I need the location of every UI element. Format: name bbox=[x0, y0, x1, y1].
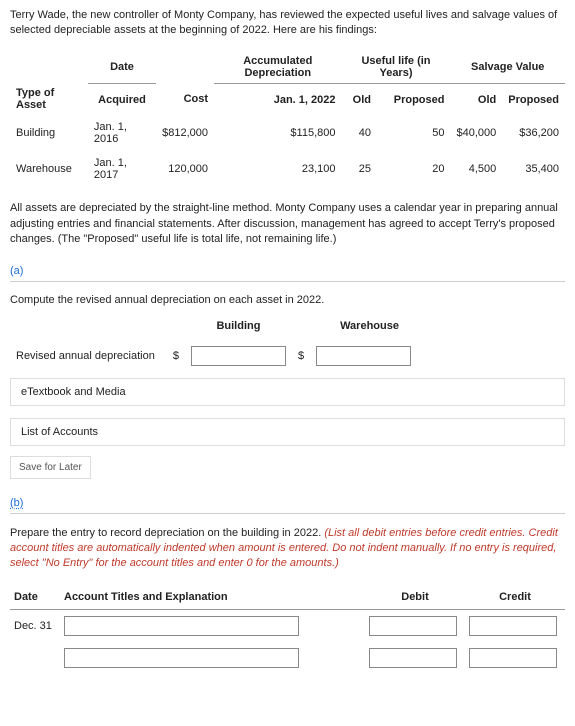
cell-accum: 23,100 bbox=[214, 151, 341, 187]
revised-dep-table: Building Warehouse Revised annual deprec… bbox=[10, 320, 429, 366]
cell-prop-life: 50 bbox=[377, 115, 450, 151]
je-col-account: Account Titles and Explanation bbox=[60, 585, 365, 610]
credit-input[interactable] bbox=[469, 648, 557, 668]
col-old-life: Old bbox=[342, 83, 378, 115]
cell-old-life: 40 bbox=[342, 115, 378, 151]
save-for-later-button[interactable]: Save for Later bbox=[10, 456, 91, 479]
cell-old-life: 25 bbox=[342, 151, 378, 187]
header-salvage: Salvage Value bbox=[450, 51, 565, 84]
currency-symbol: $ bbox=[167, 346, 185, 366]
part-b-text: Prepare the entry to record depreciation… bbox=[10, 527, 324, 539]
cell-old-salv: $40,000 bbox=[450, 115, 502, 151]
table-row: Warehouse Jan. 1, 2017 120,000 23,100 25… bbox=[10, 151, 565, 187]
col-type: Type of Asset bbox=[10, 83, 88, 115]
debit-input[interactable] bbox=[369, 648, 457, 668]
col-prop-life: Proposed bbox=[377, 83, 450, 115]
cell-prop-salv: 35,400 bbox=[502, 151, 565, 187]
asset-table: Date Accumulated Depreciation Useful lif… bbox=[10, 51, 565, 188]
warehouse-dep-input[interactable] bbox=[316, 346, 411, 366]
col-building: Building bbox=[185, 320, 292, 346]
je-col-debit: Debit bbox=[365, 585, 465, 610]
je-row bbox=[10, 642, 565, 674]
table-row: Building Jan. 1, 2016 $812,000 $115,800 … bbox=[10, 115, 565, 151]
building-dep-input[interactable] bbox=[191, 346, 286, 366]
credit-input[interactable] bbox=[469, 616, 557, 636]
cell-cost: 120,000 bbox=[156, 151, 214, 187]
account-title-input[interactable] bbox=[64, 616, 299, 636]
cell-type: Warehouse bbox=[10, 151, 88, 187]
col-warehouse: Warehouse bbox=[310, 320, 429, 346]
col-old-salv: Old bbox=[450, 83, 502, 115]
header-date: Date bbox=[88, 51, 156, 84]
je-col-credit: Credit bbox=[465, 585, 565, 610]
part-b-instruction: Prepare the entry to record depreciation… bbox=[10, 526, 565, 571]
part-a-label: (a) bbox=[10, 265, 565, 277]
cell-cost: $812,000 bbox=[156, 115, 214, 151]
col-cost: Cost bbox=[156, 83, 214, 115]
row-label: Revised annual depreciation bbox=[10, 346, 167, 366]
header-useful-life: Useful life (in Years) bbox=[342, 51, 451, 84]
header-accum-dep: Accumulated Depreciation bbox=[214, 51, 341, 84]
cell-prop-salv: $36,200 bbox=[502, 115, 565, 151]
col-acquired: Acquired bbox=[88, 83, 156, 115]
cell-acquired: Jan. 1, 2016 bbox=[88, 115, 156, 151]
col-prop-salv: Proposed bbox=[502, 83, 565, 115]
je-col-date: Date bbox=[10, 585, 60, 610]
cell-prop-life: 20 bbox=[377, 151, 450, 187]
cell-acquired: Jan. 1, 2017 bbox=[88, 151, 156, 187]
etextbook-link[interactable]: eTextbook and Media bbox=[10, 378, 565, 406]
part-a-instruction: Compute the revised annual depreciation … bbox=[10, 294, 565, 306]
journal-entry-table: Date Account Titles and Explanation Debi… bbox=[10, 585, 565, 674]
debit-input[interactable] bbox=[369, 616, 457, 636]
cell-accum: $115,800 bbox=[214, 115, 341, 151]
currency-symbol: $ bbox=[292, 346, 310, 366]
je-date: Dec. 31 bbox=[10, 609, 60, 642]
cell-old-salv: 4,500 bbox=[450, 151, 502, 187]
part-b-label: (b) bbox=[10, 497, 565, 509]
account-title-input[interactable] bbox=[64, 648, 299, 668]
list-of-accounts-link[interactable]: List of Accounts bbox=[10, 418, 565, 446]
explanation-paragraph: All assets are depreciated by the straig… bbox=[10, 201, 565, 247]
cell-type: Building bbox=[10, 115, 88, 151]
je-row: Dec. 31 bbox=[10, 609, 565, 642]
intro-paragraph: Terry Wade, the new controller of Monty … bbox=[10, 8, 565, 39]
col-jan: Jan. 1, 2022 bbox=[214, 83, 341, 115]
